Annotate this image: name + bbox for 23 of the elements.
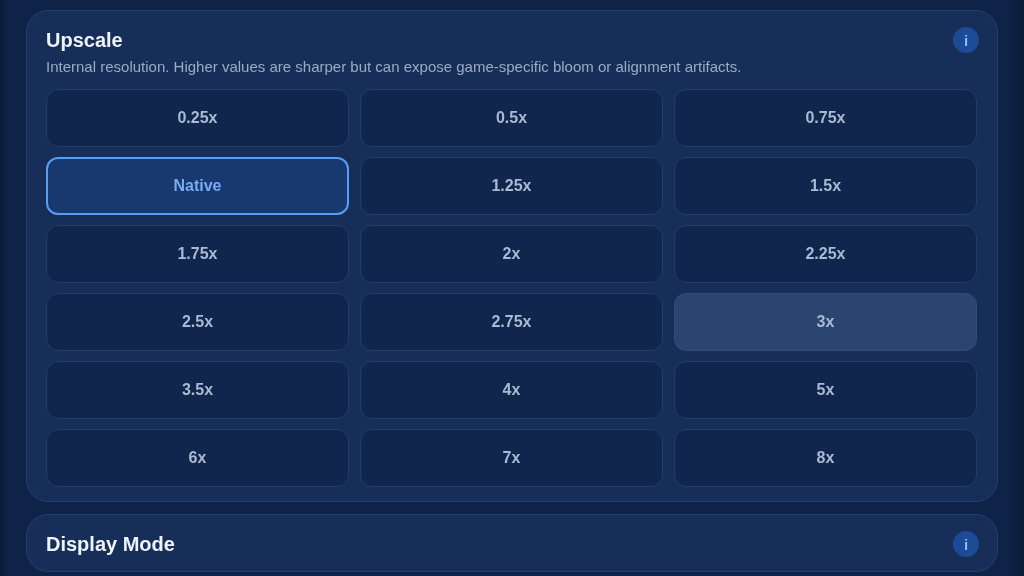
scale-option[interactable]: 7x bbox=[360, 429, 663, 487]
scale-option[interactable]: 4x bbox=[360, 361, 663, 419]
scale-option[interactable]: 2.5x bbox=[46, 293, 349, 351]
scale-option[interactable]: 8x bbox=[674, 429, 977, 487]
scale-option[interactable]: 3x bbox=[674, 293, 977, 351]
info-icon[interactable]: i bbox=[953, 27, 979, 53]
section-title: Display Mode bbox=[46, 532, 175, 557]
scale-option[interactable]: Native bbox=[46, 157, 349, 215]
scale-option[interactable]: 2x bbox=[360, 225, 663, 283]
scale-option[interactable]: 1.25x bbox=[360, 157, 663, 215]
scale-option[interactable]: 2.25x bbox=[674, 225, 977, 283]
section-title: Upscale bbox=[46, 28, 123, 53]
scale-option[interactable]: 3.5x bbox=[46, 361, 349, 419]
scale-option[interactable]: 0.75x bbox=[674, 89, 977, 147]
scale-option[interactable]: 0.25x bbox=[46, 89, 349, 147]
info-icon[interactable]: i bbox=[953, 531, 979, 557]
scale-option[interactable]: 1.75x bbox=[46, 225, 349, 283]
scale-option[interactable]: 1.5x bbox=[674, 157, 977, 215]
scale-option[interactable]: 0.5x bbox=[360, 89, 663, 147]
scale-option[interactable]: 5x bbox=[674, 361, 977, 419]
scale-option[interactable]: 6x bbox=[46, 429, 349, 487]
section-description: Internal resolution. Higher values are sharper but can expose game-specific bloom or alignment artifacts. bbox=[46, 57, 743, 77]
scale-option[interactable]: 2.75x bbox=[360, 293, 663, 351]
